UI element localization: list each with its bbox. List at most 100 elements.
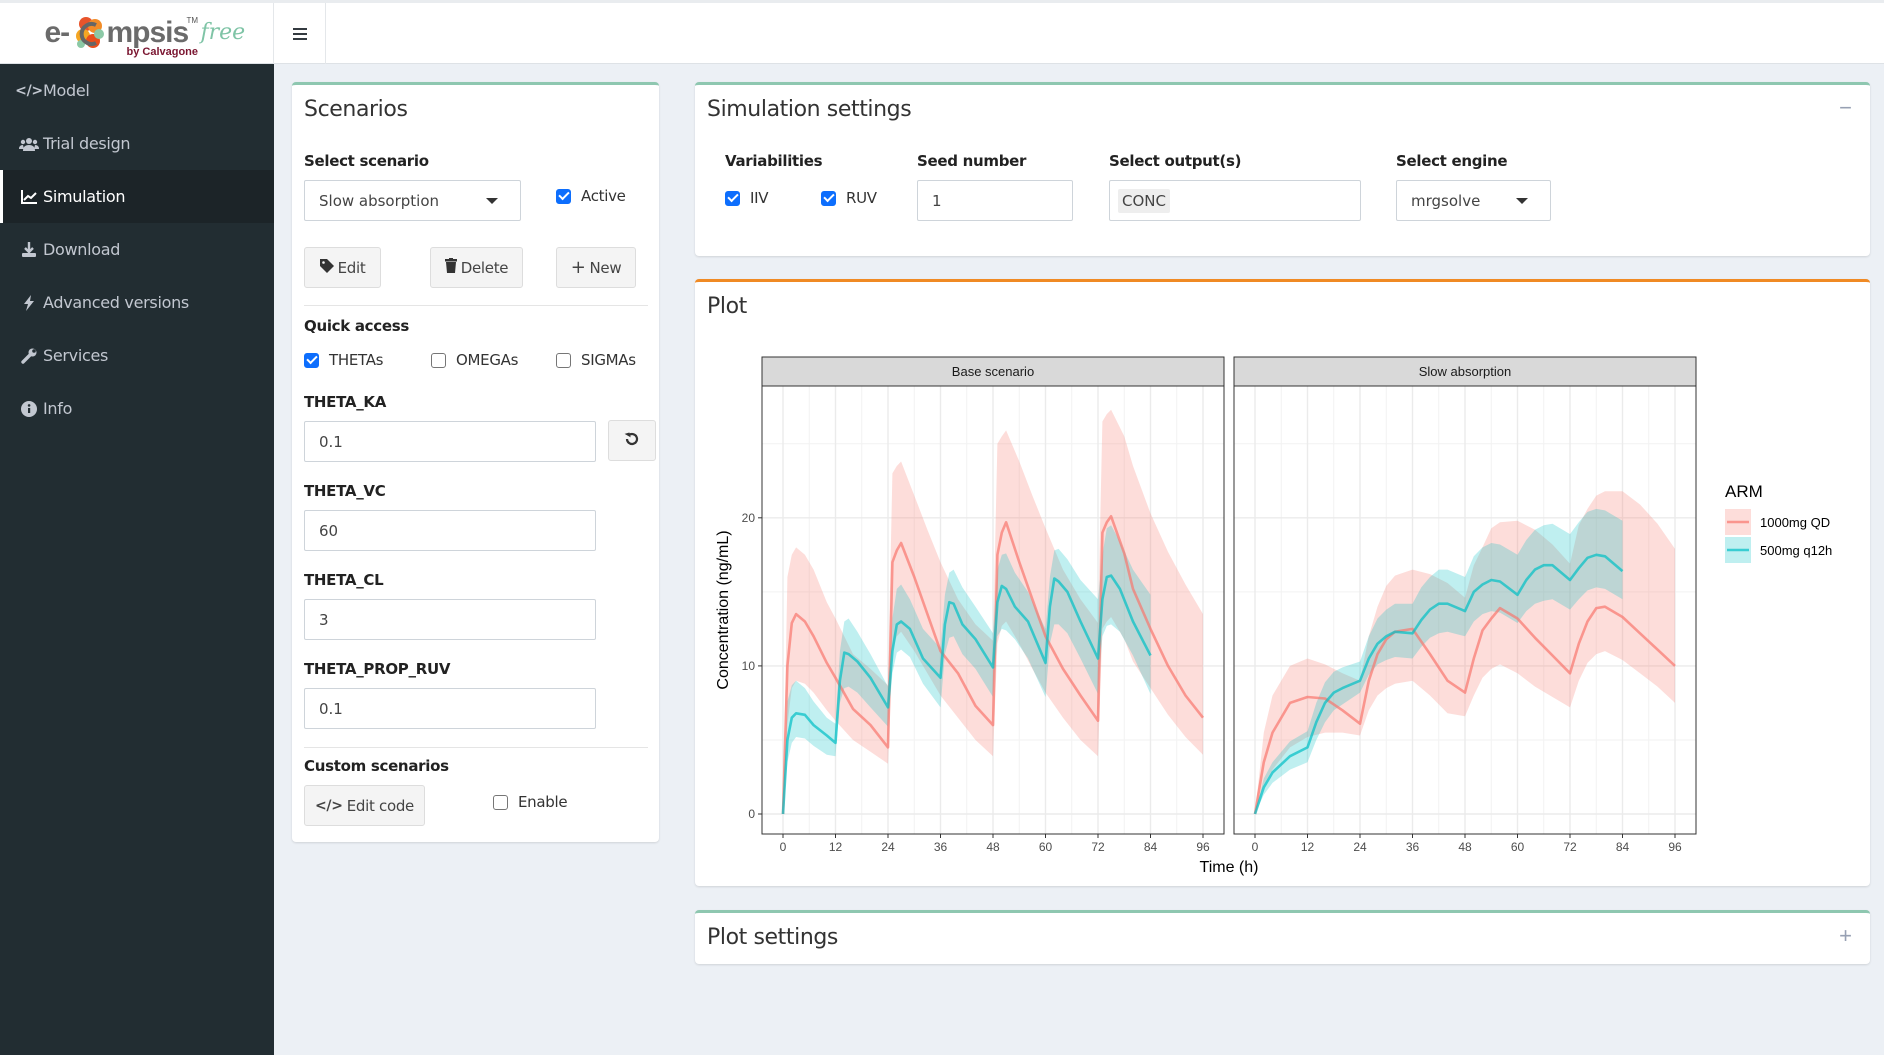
top-navbar: e- mpsis TM free by Calvagone bbox=[0, 0, 1884, 64]
x-tick-label: 72 bbox=[1091, 840, 1105, 854]
plot-settings-card: Plot settings + bbox=[695, 910, 1870, 964]
sigmas-checkbox[interactable]: SIGMAs bbox=[556, 351, 636, 369]
scenarios-card: Scenarios Select scenario Slow absorptio… bbox=[292, 82, 659, 842]
reset-button[interactable] bbox=[608, 420, 656, 461]
enable-checkbox[interactable]: Enable bbox=[493, 793, 568, 811]
expand-button[interactable]: + bbox=[1839, 923, 1852, 949]
custom-scenarios-label: Custom scenarios bbox=[304, 757, 449, 775]
sigmas-checkbox-label: SIGMAs bbox=[581, 351, 636, 369]
logo-by: by Calvagone bbox=[126, 45, 199, 58]
quick-access-label: Quick access bbox=[304, 317, 409, 335]
brand-logo[interactable]: e- mpsis TM free by Calvagone bbox=[0, 3, 274, 64]
iiv-checkbox[interactable]: IIV bbox=[725, 189, 769, 207]
code-icon: </> bbox=[15, 82, 43, 99]
omegas-checkbox[interactable]: OMEGAs bbox=[431, 351, 518, 369]
x-tick-label: 24 bbox=[881, 840, 895, 854]
x-tick-label: 60 bbox=[1511, 840, 1525, 854]
ruv-checkbox[interactable]: RUV bbox=[821, 189, 877, 207]
sidebar-item-label: Download bbox=[43, 240, 121, 259]
thetas-checkbox-label: THETAs bbox=[329, 351, 384, 369]
omegas-checkbox-box[interactable] bbox=[431, 352, 446, 368]
active-checkbox[interactable]: Active bbox=[556, 187, 626, 205]
plus-icon: + bbox=[570, 257, 586, 278]
undo-icon bbox=[624, 431, 640, 451]
sidebar-item-info[interactable]: Info bbox=[0, 382, 274, 435]
seed-number-value: 1 bbox=[932, 191, 942, 210]
delete-scenario-button[interactable]: Delete bbox=[430, 247, 523, 288]
concentration-time-chart: Base scenario 0 12 24 36 48 60 72 84 96 0 10 20 Slow … bbox=[715, 356, 1832, 876]
sidebar: </> Model Trial design Simulation Downlo… bbox=[0, 64, 274, 1055]
collapse-button[interactable]: − bbox=[1839, 95, 1852, 121]
x-tick-label: 96 bbox=[1196, 840, 1210, 854]
logo-free: free bbox=[200, 19, 246, 45]
chart-line-icon bbox=[18, 189, 40, 204]
param-value: 0.1 bbox=[319, 432, 343, 451]
y-tick-label: 20 bbox=[742, 511, 756, 525]
param-label-theta-ka: THETA_KA bbox=[304, 393, 387, 411]
seed-number-input[interactable]: 1 bbox=[917, 180, 1073, 221]
sidebar-item-download[interactable]: Download bbox=[0, 223, 274, 276]
chevron-down-icon bbox=[1516, 198, 1528, 204]
facet-strip-label: Slow absorption bbox=[1419, 364, 1512, 379]
sidebar-item-trial-design[interactable]: Trial design bbox=[0, 117, 274, 170]
sidebar-item-label: Services bbox=[43, 346, 109, 365]
edit-code-button[interactable]: </> Edit code bbox=[304, 785, 425, 826]
download-icon bbox=[18, 242, 40, 257]
simulation-settings-title: Simulation settings bbox=[707, 97, 912, 122]
sidebar-item-label: Model bbox=[43, 81, 90, 100]
x-tick-label: 0 bbox=[780, 840, 787, 854]
simulation-settings-card: Simulation settings − Variabilities IIV … bbox=[695, 82, 1870, 256]
iiv-checkbox-box[interactable] bbox=[725, 190, 740, 206]
legend-title: ARM bbox=[1725, 482, 1763, 501]
param-input-theta-cl[interactable]: 3 bbox=[304, 599, 596, 640]
new-scenario-label: New bbox=[589, 258, 622, 277]
thetas-checkbox-box[interactable] bbox=[304, 352, 319, 368]
param-input-theta-ka[interactable]: 0.1 bbox=[304, 421, 596, 462]
x-tick-label: 72 bbox=[1563, 840, 1577, 854]
y-axis-label: Concentration (ng/mL) bbox=[715, 530, 732, 689]
new-scenario-button[interactable]: + New bbox=[556, 247, 636, 288]
x-tick-label: 24 bbox=[1353, 840, 1367, 854]
param-label-theta-vc: THETA_VC bbox=[304, 482, 386, 500]
param-value: 0.1 bbox=[319, 699, 343, 718]
param-input-theta-vc[interactable]: 60 bbox=[304, 510, 596, 551]
x-tick-label: 36 bbox=[1406, 840, 1420, 854]
sidebar-item-label: Info bbox=[43, 399, 73, 418]
sidebar-item-label: Trial design bbox=[43, 134, 131, 153]
logo-flower-icon bbox=[75, 16, 104, 48]
scenario-select-value: Slow absorption bbox=[319, 191, 440, 210]
select-output-input[interactable]: CONC bbox=[1109, 180, 1361, 221]
param-value: 60 bbox=[319, 521, 339, 540]
logo-trademark: TM bbox=[186, 15, 199, 25]
omegas-checkbox-label: OMEGAs bbox=[456, 351, 519, 369]
select-engine-dropdown[interactable]: mrgsolve bbox=[1396, 180, 1551, 221]
enable-checkbox-box[interactable] bbox=[493, 794, 508, 810]
active-checkbox-label: Active bbox=[581, 187, 626, 205]
tag-icon bbox=[319, 258, 334, 277]
x-axis-label: Time (h) bbox=[1200, 859, 1259, 876]
divider bbox=[304, 747, 648, 748]
sidebar-item-model[interactable]: </> Model bbox=[0, 64, 274, 117]
x-tick-label: 48 bbox=[986, 840, 1000, 854]
sidebar-item-simulation[interactable]: Simulation bbox=[0, 170, 274, 223]
sidebar-item-advanced-versions[interactable]: Advanced versions bbox=[0, 276, 274, 329]
variabilities-label: Variabilities bbox=[725, 152, 823, 170]
active-checkbox-box[interactable] bbox=[556, 188, 571, 204]
enable-checkbox-label: Enable bbox=[518, 793, 568, 811]
output-tag-conc[interactable]: CONC bbox=[1118, 188, 1170, 213]
sigmas-checkbox-box[interactable] bbox=[556, 352, 571, 368]
x-tick-label: 36 bbox=[934, 840, 948, 854]
legend-label: 500mg q12h bbox=[1760, 543, 1832, 558]
param-input-theta-prop-ruv[interactable]: 0.1 bbox=[304, 688, 596, 729]
sidebar-toggle-button[interactable] bbox=[274, 3, 326, 64]
thetas-checkbox[interactable]: THETAs bbox=[304, 351, 384, 369]
scenario-select[interactable]: Slow absorption bbox=[304, 180, 521, 221]
logo-prefix: e- bbox=[44, 15, 71, 49]
edit-scenario-button[interactable]: Edit bbox=[304, 247, 381, 288]
edit-code-label: Edit code bbox=[346, 796, 415, 815]
y-tick-label: 10 bbox=[742, 659, 756, 673]
sidebar-item-services[interactable]: Services bbox=[0, 329, 274, 382]
logo-suffix: mpsis bbox=[106, 15, 190, 49]
x-tick-label: 84 bbox=[1616, 840, 1630, 854]
ruv-checkbox-box[interactable] bbox=[821, 190, 836, 206]
